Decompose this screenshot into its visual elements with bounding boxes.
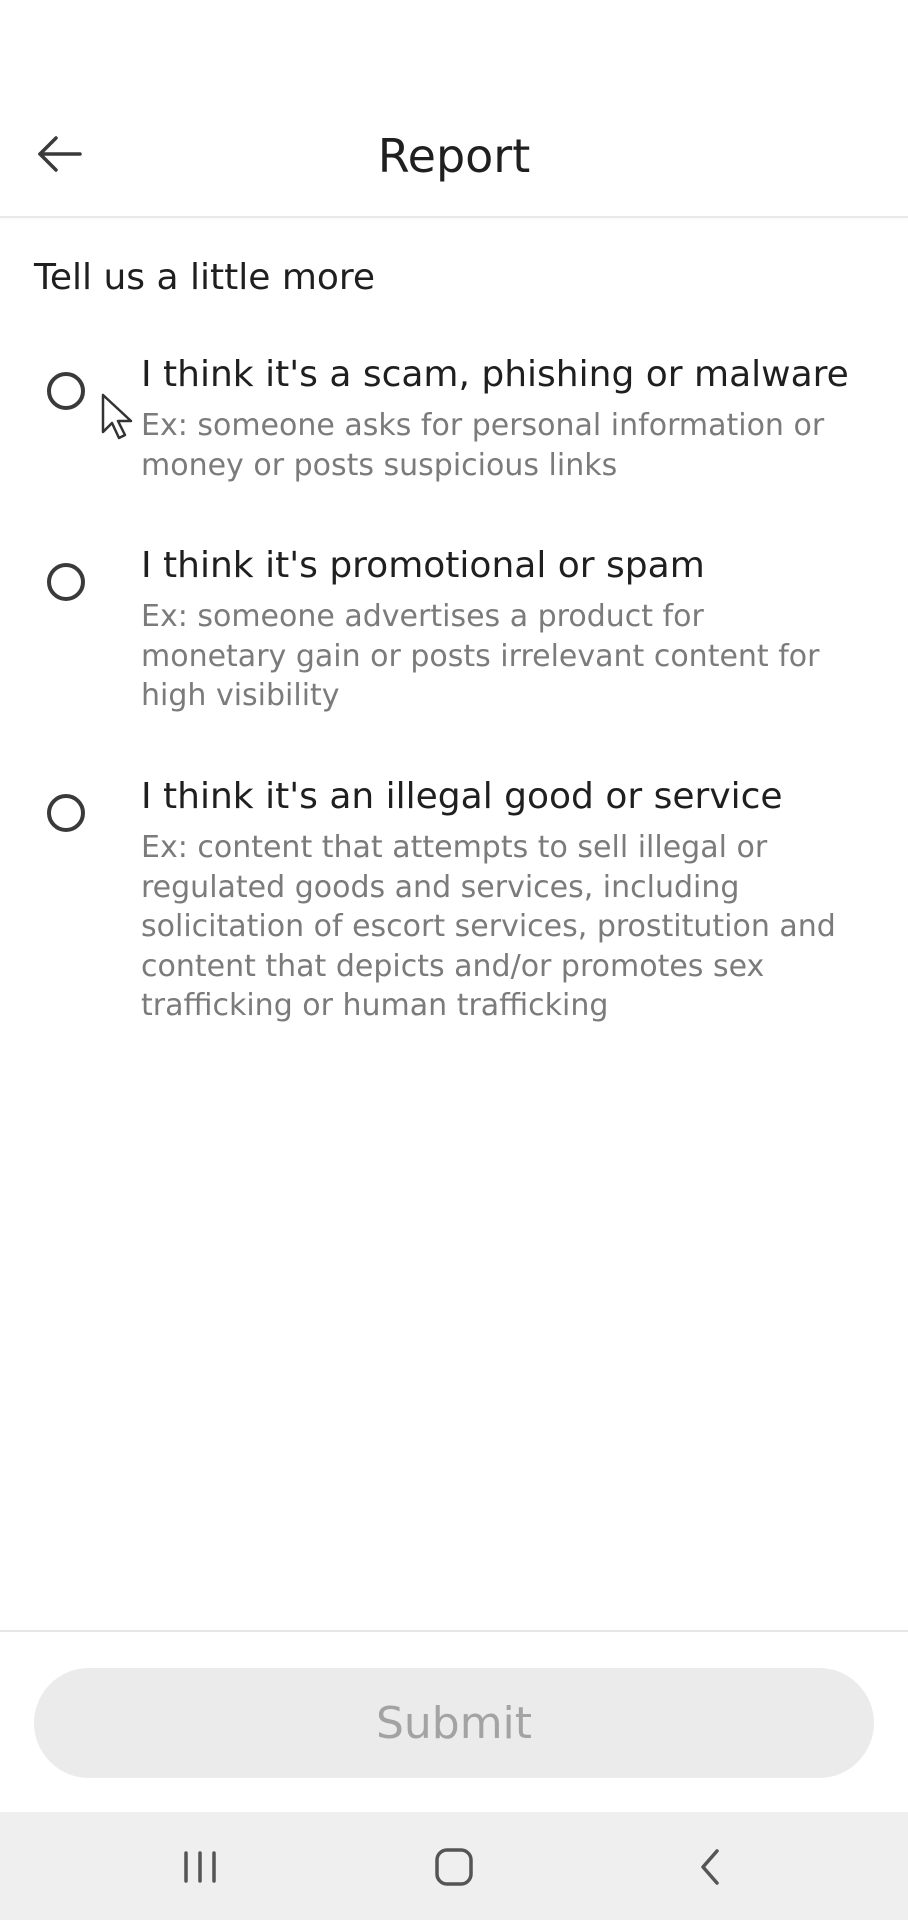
option-description: Ex: content that attempts to sell illega… — [141, 830, 836, 1023]
option-title: I think it's promotional or spam — [141, 545, 705, 586]
option-description: Ex: someone asks for personal informatio… — [141, 408, 825, 483]
option-description: Ex: someone advertises a product for mon… — [141, 599, 820, 713]
recents-icon — [184, 1851, 216, 1883]
system-navigation-bar — [0, 1812, 908, 1920]
back-chevron-icon — [701, 1849, 719, 1885]
option-title: I think it's a scam, phishing or malware — [141, 354, 849, 395]
home-button[interactable] — [409, 1832, 499, 1902]
report-screen: Report Tell us a little more I think it'… — [0, 0, 908, 1920]
page-title: Report — [377, 129, 531, 183]
recents-button[interactable] — [155, 1832, 245, 1902]
submit-button[interactable]: Submit — [34, 1668, 874, 1778]
radio-button-illegal[interactable] — [47, 794, 85, 832]
radio-button-spam[interactable] — [47, 563, 85, 601]
home-icon — [435, 1848, 473, 1886]
report-option-illegal[interactable]: I think it's an illegal good or service … — [0, 772, 908, 1032]
radio-button-scam[interactable] — [47, 372, 85, 410]
section-heading: Tell us a little more — [34, 257, 376, 298]
option-title: I think it's an illegal good or service — [141, 776, 783, 817]
footer-divider — [0, 1630, 908, 1632]
report-option-scam[interactable]: I think it's a scam, phishing or malware… — [0, 350, 908, 490]
report-option-spam[interactable]: I think it's promotional or spam Ex: som… — [0, 541, 908, 721]
system-back-button[interactable] — [665, 1832, 755, 1902]
top-app-bar: Report — [0, 0, 908, 218]
